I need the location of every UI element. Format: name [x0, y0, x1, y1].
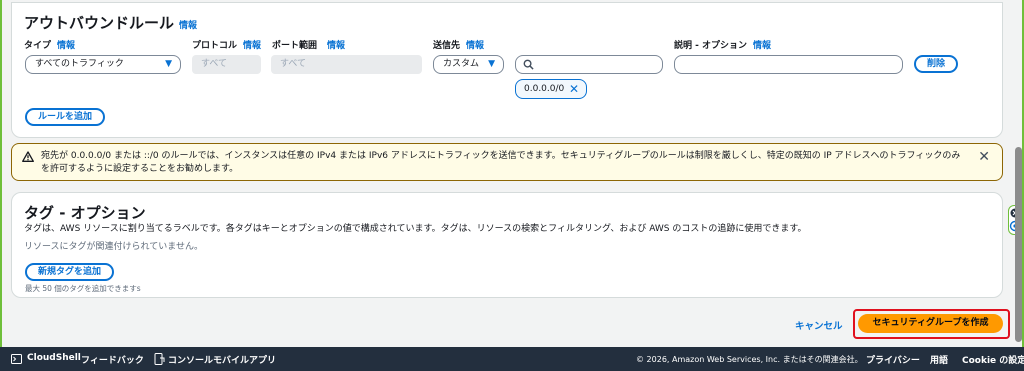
- copyright-text: © 2026, Amazon Web Services, Inc. またはその関…: [636, 355, 863, 364]
- protocol-info-link[interactable]: 情報: [243, 41, 261, 51]
- protocol-label: プロトコル 情報: [192, 41, 262, 51]
- warning-alert: 宛先が 0.0.0.0/0 または ::/0 のルールでは、インスタンスは任意の…: [11, 143, 1003, 181]
- feedback-link[interactable]: フィードバック: [81, 353, 144, 366]
- type-info-link[interactable]: 情報: [57, 41, 75, 51]
- tags-panel: タグ - オプション タグは、AWS リソースに割り当てるラベルです。各タグはキ…: [11, 192, 1003, 298]
- tags-title: タグ - オプション: [24, 204, 146, 222]
- type-select[interactable]: すべてのトラフィック ▼: [25, 55, 181, 74]
- description-info-link[interactable]: 情報: [753, 41, 771, 51]
- cookie-settings-link[interactable]: Cookie の設定: [962, 353, 1024, 366]
- port-range-info-link[interactable]: 情報: [327, 41, 345, 51]
- remove-token-icon[interactable]: ✕: [569, 80, 579, 98]
- warning-icon: [22, 151, 34, 162]
- terms-link[interactable]: 用語: [930, 353, 948, 366]
- warning-text: 宛先が 0.0.0.0/0 または ::/0 のルールでは、インスタンスは任意の…: [41, 151, 961, 174]
- caret-down-icon: ▼: [165, 59, 172, 69]
- create-security-group-button[interactable]: セキュリティグループを作成: [858, 314, 1003, 333]
- cidr-token: 0.0.0.0/0 ✕: [515, 79, 587, 99]
- close-icon[interactable]: ✕: [978, 149, 990, 165]
- cloudshell-link[interactable]: CloudShell: [27, 353, 81, 363]
- mobile-app-icon: [154, 353, 165, 365]
- add-rule-button[interactable]: ルールを追加: [25, 108, 105, 126]
- cancel-button[interactable]: キャンセル: [795, 318, 843, 332]
- type-label: タイプ 情報: [24, 41, 76, 51]
- scrollbar-thumb[interactable]: [1015, 147, 1022, 342]
- search-icon: [523, 59, 534, 70]
- outbound-rules-panel: アウトバウンドルール 情報 タイプ 情報 プロトコル 情報 ポート範囲 情報 送信先 情報…: [11, 2, 1003, 138]
- protocol-field: すべて: [192, 55, 261, 74]
- privacy-link[interactable]: プライバシー: [866, 353, 920, 366]
- destination-info-link[interactable]: 情報: [466, 41, 484, 51]
- port-range-label: ポート範囲 情報: [272, 41, 346, 51]
- destination-label: 送信先 情報: [433, 41, 485, 51]
- left-edge-indicator: [0, 0, 2, 347]
- description-label: 説明 - オプション 情報: [674, 41, 772, 51]
- port-range-field: すべて: [271, 55, 422, 74]
- cloudshell-icon: [11, 354, 22, 364]
- destination-select[interactable]: カスタム ▼: [433, 55, 504, 74]
- console-mobile-app-link[interactable]: コンソールモバイルアプリ: [168, 353, 276, 366]
- outbound-info-link[interactable]: 情報: [179, 21, 197, 31]
- cidr-search-input[interactable]: [515, 55, 663, 74]
- tags-empty-message: リソースにタグが関連付けられていません。: [24, 242, 204, 252]
- tags-limit-text: 最大 50 個のタグを追加できますs: [25, 284, 141, 293]
- tags-description: タグは、AWS リソースに割り当てるラベルです。各タグはキーとオプションの値で構…: [24, 224, 807, 234]
- outbound-rules-title: アウトバウンドルール 情報: [24, 14, 198, 32]
- caret-down-icon: ▼: [488, 59, 495, 69]
- description-input[interactable]: [674, 55, 903, 74]
- delete-rule-button[interactable]: 削除: [914, 55, 958, 73]
- console-footer: CloudShell フィードバック コンソールモバイルアプリ © 2026, …: [0, 347, 1024, 371]
- add-tag-button[interactable]: 新規タグを追加: [25, 263, 114, 281]
